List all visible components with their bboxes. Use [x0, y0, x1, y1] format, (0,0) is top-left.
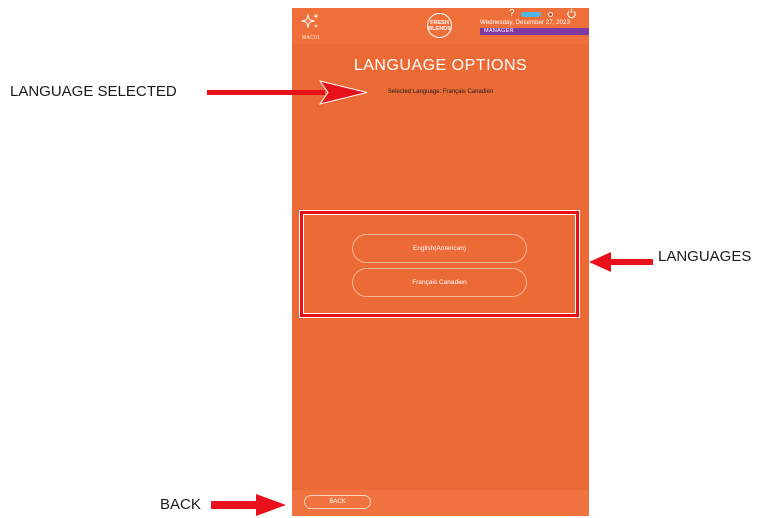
annotation-arrows: [207, 80, 653, 516]
arrow-language-selected-icon: [207, 80, 368, 105]
arrow-languages-icon: [589, 252, 653, 272]
arrow-back-icon: [211, 494, 286, 516]
